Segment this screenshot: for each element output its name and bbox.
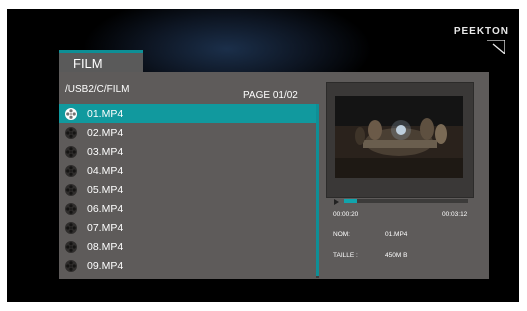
page-indicator: PAGE 01/02 [243, 90, 298, 101]
file-name: 03.MP4 [87, 145, 124, 158]
file-list-item[interactable]: 03.MP4 [59, 142, 317, 161]
film-reel-icon [65, 202, 77, 215]
file-name: 06.MP4 [87, 202, 124, 215]
brand-logo-text: PEEKTON [453, 26, 509, 37]
preview-frame [326, 82, 474, 198]
current-path: /USB2/C/FILM [65, 84, 130, 95]
video-preview-thumbnail [335, 96, 463, 178]
film-reel-icon [65, 145, 77, 158]
film-reel-icon [65, 164, 77, 177]
size-label: TAILLE : [333, 252, 358, 259]
file-name: 05.MP4 [87, 183, 124, 196]
film-reel-icon [65, 183, 77, 196]
file-name: 02.MP4 [87, 126, 124, 139]
list-scrollbar-thumb[interactable] [316, 104, 319, 276]
current-time: 00:00:20 [333, 211, 359, 218]
name-label: NOM: [333, 231, 350, 238]
file-name: 04.MP4 [87, 164, 124, 177]
file-name: 01.MP4 [87, 107, 124, 120]
size-value: 450M B [385, 252, 408, 259]
tab-film[interactable]: FILM [59, 50, 143, 72]
file-browser-panel: /USB2/C/FILM PAGE 01/02 01.MP4 02.MP4 03… [59, 72, 489, 279]
film-reel-icon [65, 240, 77, 253]
film-reel-icon [65, 126, 77, 139]
brand-logo-mark [487, 40, 505, 54]
file-name: 09.MP4 [87, 259, 124, 272]
name-value: 01.MP4 [385, 231, 408, 238]
progress-marker-icon [334, 199, 339, 205]
playback-progress-fill [344, 199, 357, 203]
file-list-item[interactable]: 01.MP4 [59, 104, 317, 123]
file-list-item[interactable]: 09.MP4 [59, 256, 317, 275]
list-scrollbar[interactable] [316, 104, 319, 278]
playback-progress-bar[interactable] [344, 199, 468, 203]
file-name: 08.MP4 [87, 240, 124, 253]
file-list-item[interactable]: 07.MP4 [59, 218, 317, 237]
film-reel-icon [65, 221, 77, 234]
file-list-item[interactable]: 06.MP4 [59, 199, 317, 218]
file-list-item[interactable]: 02.MP4 [59, 123, 317, 142]
file-list: 01.MP4 02.MP4 03.MP4 04.MP4 05.MP4 06.MP… [59, 104, 317, 275]
file-name: 07.MP4 [87, 221, 124, 234]
film-reel-icon [65, 107, 77, 120]
file-list-item[interactable]: 04.MP4 [59, 161, 317, 180]
film-reel-icon [65, 259, 77, 272]
media-player-screen: PEEKTON FILM /USB2/C/FILM PAGE 01/02 01.… [7, 9, 519, 302]
file-list-item[interactable]: 05.MP4 [59, 180, 317, 199]
total-time: 00:03:12 [442, 211, 468, 218]
tab-film-label: FILM [73, 56, 103, 71]
file-list-item[interactable]: 08.MP4 [59, 237, 317, 256]
